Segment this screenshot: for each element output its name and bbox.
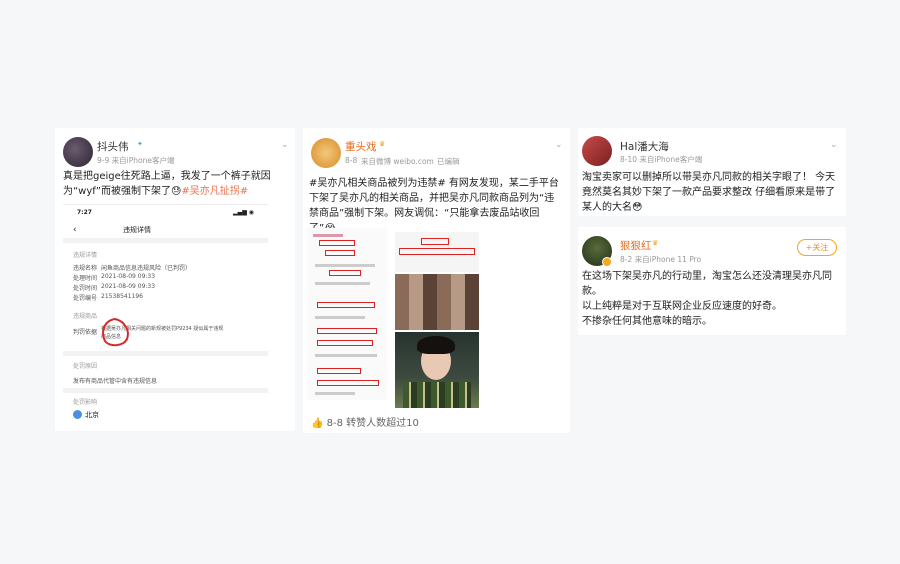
vip-crown-icon: ♛ bbox=[379, 140, 386, 148]
person-photo-image[interactable] bbox=[395, 332, 479, 408]
red-box-annotation bbox=[329, 270, 361, 276]
red-box-annotation bbox=[325, 250, 355, 256]
plaid-shirt-shape bbox=[403, 382, 471, 408]
verified-badge-icon: ✦ bbox=[137, 140, 143, 148]
back-arrow-icon: ‹ bbox=[73, 225, 77, 235]
weibo-post-card-1: 抖头伟 ✦ 9-9 来自iPhone客户端 ⌄ 真是把geige往死路上逼，我发… bbox=[55, 128, 295, 431]
section-title: 处罚原因 bbox=[73, 363, 98, 370]
screenshot-image-list[interactable] bbox=[307, 228, 387, 400]
weibo-post-card-3: Hal潘大海 8-10 来自iPhone客户端 ⌄ 淘宝卖家可以删掉所以带吴亦凡… bbox=[578, 128, 846, 216]
hashtag-link[interactable]: #吴亦凡扯拐# bbox=[181, 186, 248, 197]
divider bbox=[63, 351, 268, 356]
row-value: 2021-08-09 09:33 bbox=[101, 283, 156, 290]
red-box-annotation bbox=[421, 238, 449, 245]
text-line bbox=[315, 282, 370, 285]
avatar[interactable] bbox=[63, 137, 93, 167]
post-meta: 8-2 来自iPhone 11 Pro bbox=[620, 255, 702, 264]
post-text: 淘宝卖家可以删掉所以带吴亦凡同款的相关字眼了！ 今天竟然莫名其妙下架了一款产品要… bbox=[582, 170, 840, 215]
goods-label: 违规商品 bbox=[73, 313, 98, 320]
divider bbox=[63, 238, 268, 243]
post-text-line1: 真是把geige往死路上逼，我发了一个裤子就因 bbox=[63, 171, 271, 182]
red-circle-annotation bbox=[102, 317, 129, 347]
text-line bbox=[313, 234, 343, 237]
post-text-body: 淘宝卖家可以删掉所以带吴亦凡同款的相关字眼了！ 今天竟然莫名其妙下架了一款产品要… bbox=[582, 172, 836, 213]
emoji: 😳 bbox=[632, 202, 643, 213]
post-text-line1: 在这场下架吴亦凡的行动里，淘宝怎么还没清理吴亦凡同款。 bbox=[582, 271, 832, 297]
status-time: 7:27 bbox=[77, 209, 92, 216]
chevron-down-icon[interactable]: ⌄ bbox=[830, 140, 838, 150]
red-box-annotation bbox=[317, 368, 361, 374]
post-source: 来自微博 weibo.com bbox=[361, 157, 434, 166]
section-title: 违规详情 bbox=[73, 252, 98, 259]
username[interactable]: Hal潘大海 bbox=[620, 139, 669, 154]
status-icons: ▂▄▆ ◉ bbox=[233, 209, 254, 216]
chevron-down-icon[interactable]: ⌄ bbox=[281, 140, 289, 150]
post-text-body: #吴亦凡相关商品被列为违禁# 有网友发现，某二手平台下架了吴亦凡的相关商品，并把… bbox=[309, 178, 559, 234]
red-box-annotation bbox=[317, 380, 379, 386]
row-label: 处罚编号 bbox=[73, 295, 98, 302]
post-meta: 8-10 来自iPhone客户端 bbox=[620, 155, 703, 164]
row-label: 处罚时间 bbox=[73, 285, 98, 292]
hair-shape bbox=[417, 336, 455, 354]
username[interactable]: 狠狠红 bbox=[620, 238, 652, 253]
post-date: 8-8 bbox=[345, 156, 358, 165]
verified-badge-icon bbox=[602, 257, 612, 267]
emoji: 😓 bbox=[170, 186, 182, 197]
photo-collage-image[interactable] bbox=[395, 274, 479, 330]
thumbs-up-icon[interactable]: 👍 bbox=[311, 418, 323, 429]
post-text-line3: 不掺杂任何其他意味的暗示。 bbox=[582, 316, 712, 327]
row-label: 违规名称 bbox=[73, 265, 98, 272]
post-text-line2: 为“wyf”而被强制下架了 bbox=[63, 186, 171, 197]
red-box-annotation bbox=[319, 240, 355, 246]
screenshot-title: 违规详情 bbox=[123, 226, 151, 234]
chevron-down-icon[interactable]: ⌄ bbox=[555, 140, 563, 150]
red-box-annotation bbox=[317, 328, 377, 334]
username[interactable]: 抖头伟 bbox=[97, 139, 129, 154]
avatar[interactable] bbox=[582, 136, 612, 166]
embedded-screenshot[interactable]: 7:27 ▂▄▆ ◉ ‹ 违规详情 违规详情 违规名称 闲鱼商品信息违规风险（已… bbox=[63, 204, 268, 426]
text-line bbox=[315, 316, 365, 319]
text-line bbox=[315, 264, 375, 267]
post-text-line2: 以上纯粹是对于互联网企业反应速度的好奇。 bbox=[582, 301, 782, 312]
screenshot-image-detail[interactable] bbox=[395, 232, 479, 272]
red-box-annotation bbox=[399, 248, 475, 255]
post-meta: 9-9 来自iPhone客户端 bbox=[97, 156, 175, 165]
divider bbox=[63, 388, 268, 393]
section-text: 发布有商品代管中含有违规信息 bbox=[73, 378, 158, 385]
post-footer: 👍 8-8 转赞人数超过10 bbox=[311, 414, 419, 429]
text-line bbox=[315, 354, 377, 357]
location-text[interactable]: 北京 bbox=[85, 410, 99, 420]
username[interactable]: 重头戏 bbox=[345, 139, 377, 154]
row-value: 2153854119​6 bbox=[101, 293, 143, 300]
avatar[interactable] bbox=[311, 138, 341, 168]
vip-crown-icon: ♛ bbox=[652, 239, 659, 247]
row-label: 处理时间 bbox=[73, 275, 98, 282]
follow-button[interactable]: +关注 bbox=[797, 239, 837, 256]
red-box-annotation bbox=[317, 340, 373, 346]
edited-label[interactable]: 已编辑 bbox=[437, 156, 460, 167]
text-line bbox=[315, 392, 355, 395]
row-value: 2021-08-09 09:33 bbox=[101, 273, 156, 280]
red-box-annotation bbox=[317, 302, 375, 308]
row-value: 闲鱼商品信息违规风险（已判罚） bbox=[101, 265, 192, 272]
footer-text: 8-8 转赞人数超过10 bbox=[326, 418, 419, 429]
location-pin-icon bbox=[73, 410, 82, 419]
reason-label: 判罚依据 bbox=[73, 329, 98, 336]
section-title: 处罚影响 bbox=[73, 399, 98, 406]
weibo-post-card-2: 重头戏 ♛ 8-8 来自微博 weibo.com 已编辑 ⌄ #吴亦凡相关商品被… bbox=[303, 128, 570, 433]
post-text: 在这场下架吴亦凡的行动里，淘宝怎么还没清理吴亦凡同款。 以上纯粹是对于互联网企业… bbox=[582, 269, 840, 329]
post-text: 真是把geige往死路上逼，我发了一个裤子就因 为“wyf”而被强制下架了😓#吴… bbox=[63, 169, 289, 199]
post-text: #吴亦凡相关商品被列为违禁# 有网友发现，某二手平台下架了吴亦凡的相关商品，并把… bbox=[309, 176, 564, 236]
